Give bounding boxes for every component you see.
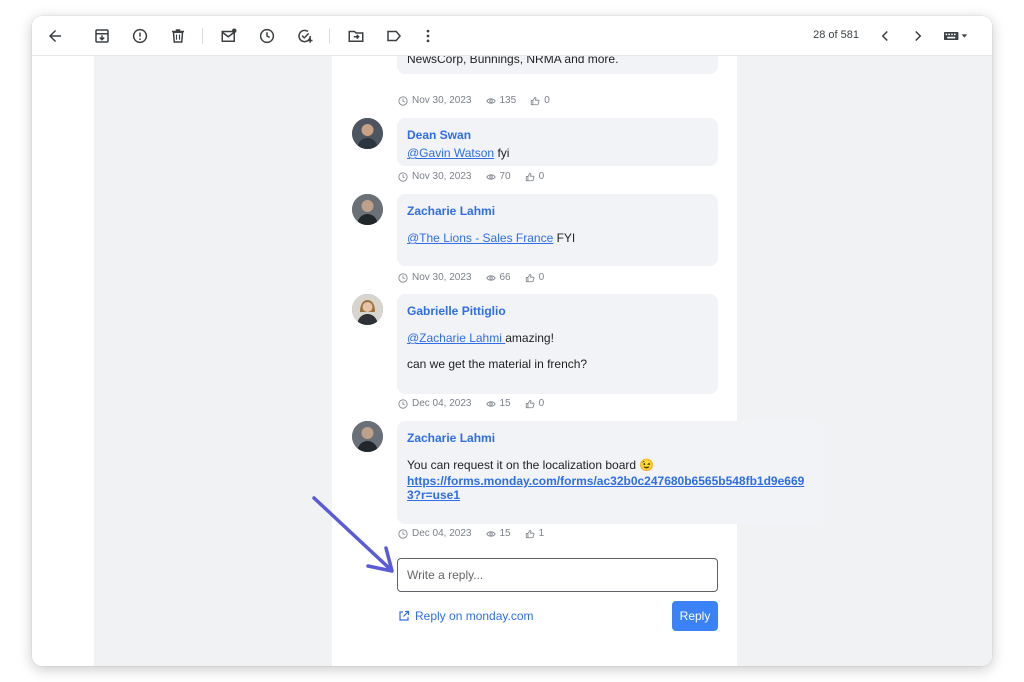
back-arrow-icon[interactable] xyxy=(44,26,66,46)
thumbs-up-icon xyxy=(525,172,535,181)
reply-button[interactable]: Reply xyxy=(672,601,718,631)
report-spam-icon[interactable] xyxy=(129,26,151,46)
eye-icon xyxy=(485,97,496,104)
comment-meta: Dec 04, 2023 15 0 xyxy=(398,398,544,409)
reply-on-monday-link[interactable]: Reply on monday.com xyxy=(398,609,534,623)
comment-author[interactable]: Zacharie Lahmi xyxy=(407,431,813,445)
add-task-icon[interactable] xyxy=(294,26,316,46)
views-meta: 15 xyxy=(485,398,511,409)
pagination-count: 28 of 581 xyxy=(813,29,859,41)
previous-icon[interactable] xyxy=(874,26,896,46)
mention-link[interactable]: @Zacharie Lahmi xyxy=(407,331,505,345)
archive-icon[interactable] xyxy=(91,26,113,46)
email-content: NewsCorp, Bunnings, NRMA and more. Nov 3… xyxy=(32,44,992,666)
snooze-icon[interactable] xyxy=(256,26,278,46)
views-meta: 70 xyxy=(485,171,511,182)
thumbs-up-icon xyxy=(525,529,535,538)
mention-link[interactable]: @Gavin Watson xyxy=(407,146,494,160)
delete-icon[interactable] xyxy=(167,26,189,46)
comment-text: FYI xyxy=(553,231,576,245)
comment-text: amazing! xyxy=(505,331,554,345)
date-meta: Nov 30, 2023 xyxy=(398,171,472,182)
comment-bubble: Zacharie Lahmi @The Lions - Sales France… xyxy=(397,194,718,266)
move-to-icon[interactable] xyxy=(345,26,367,46)
toolbar-divider xyxy=(329,28,330,44)
thumbs-up-icon xyxy=(525,273,535,282)
eye-icon xyxy=(485,274,496,281)
views-meta: 135 xyxy=(485,95,516,106)
comment-text: You can request it on the localization b… xyxy=(407,458,655,472)
date-meta: Nov 30, 2023 xyxy=(398,272,472,283)
avatar[interactable] xyxy=(352,118,383,149)
more-icon[interactable] xyxy=(417,26,439,46)
email-window: 28 of 581 NewsCorp, Bunnings, NRMA and m… xyxy=(32,16,992,666)
like-button[interactable]: 0 xyxy=(525,398,544,409)
mention-link[interactable]: @The Lions - Sales France xyxy=(407,231,553,245)
comment-meta: Nov 30, 2023 135 0 xyxy=(398,95,550,106)
like-button[interactable]: 0 xyxy=(530,95,550,106)
like-button[interactable]: 1 xyxy=(525,528,544,539)
comment-meta: Nov 30, 2023 66 0 xyxy=(398,272,544,283)
comment-author[interactable]: Gabrielle Pittiglio xyxy=(407,304,708,318)
thumbs-up-icon xyxy=(525,399,535,408)
comment-meta: Dec 04, 2023 15 1 xyxy=(398,528,544,539)
next-icon[interactable] xyxy=(907,26,929,46)
reply-on-monday-label: Reply on monday.com xyxy=(415,609,534,623)
mark-unread-icon[interactable] xyxy=(218,26,240,46)
eye-icon xyxy=(485,530,496,537)
clock-icon xyxy=(398,398,408,409)
reply-input[interactable] xyxy=(397,558,718,592)
comment-bubble: Gabrielle Pittiglio @Zacharie Lahmi amaz… xyxy=(397,294,718,394)
date-meta: Dec 04, 2023 xyxy=(398,398,472,409)
clock-icon xyxy=(398,171,408,182)
like-button[interactable]: 0 xyxy=(525,171,544,182)
avatar[interactable] xyxy=(352,421,383,452)
avatar[interactable] xyxy=(352,294,383,325)
clock-icon xyxy=(398,95,408,106)
eye-icon xyxy=(485,173,496,180)
like-button[interactable]: 0 xyxy=(525,272,544,283)
comment-bubble: Dean Swan @Gavin Watson fyi xyxy=(397,118,718,166)
views-meta: 66 xyxy=(485,272,511,283)
date-meta: Dec 04, 2023 xyxy=(398,528,472,539)
clock-icon xyxy=(398,528,408,539)
comment-author[interactable]: Dean Swan xyxy=(407,128,708,142)
date-meta: Nov 30, 2023 xyxy=(398,95,472,106)
avatar[interactable] xyxy=(352,194,383,225)
eye-icon xyxy=(485,400,496,407)
clock-icon xyxy=(398,272,408,283)
views-meta: 15 xyxy=(485,528,511,539)
form-link[interactable]: https://forms.monday.com/forms/ac32b0c24… xyxy=(407,474,813,502)
comment-bubble: Zacharie Lahmi You can request it on the… xyxy=(397,421,823,524)
comment-text: can we get the material in french? xyxy=(407,357,588,371)
toolbar-divider xyxy=(202,28,203,44)
comment-text: fyi xyxy=(494,146,510,160)
comment-author[interactable]: Zacharie Lahmi xyxy=(407,204,708,218)
thumbs-up-icon xyxy=(531,96,540,105)
comment-meta: Nov 30, 2023 70 0 xyxy=(398,171,544,182)
external-link-icon xyxy=(399,610,410,621)
keyboard-icon[interactable] xyxy=(940,26,972,46)
toolbar: 28 of 581 xyxy=(32,16,992,56)
label-icon[interactable] xyxy=(383,26,405,46)
